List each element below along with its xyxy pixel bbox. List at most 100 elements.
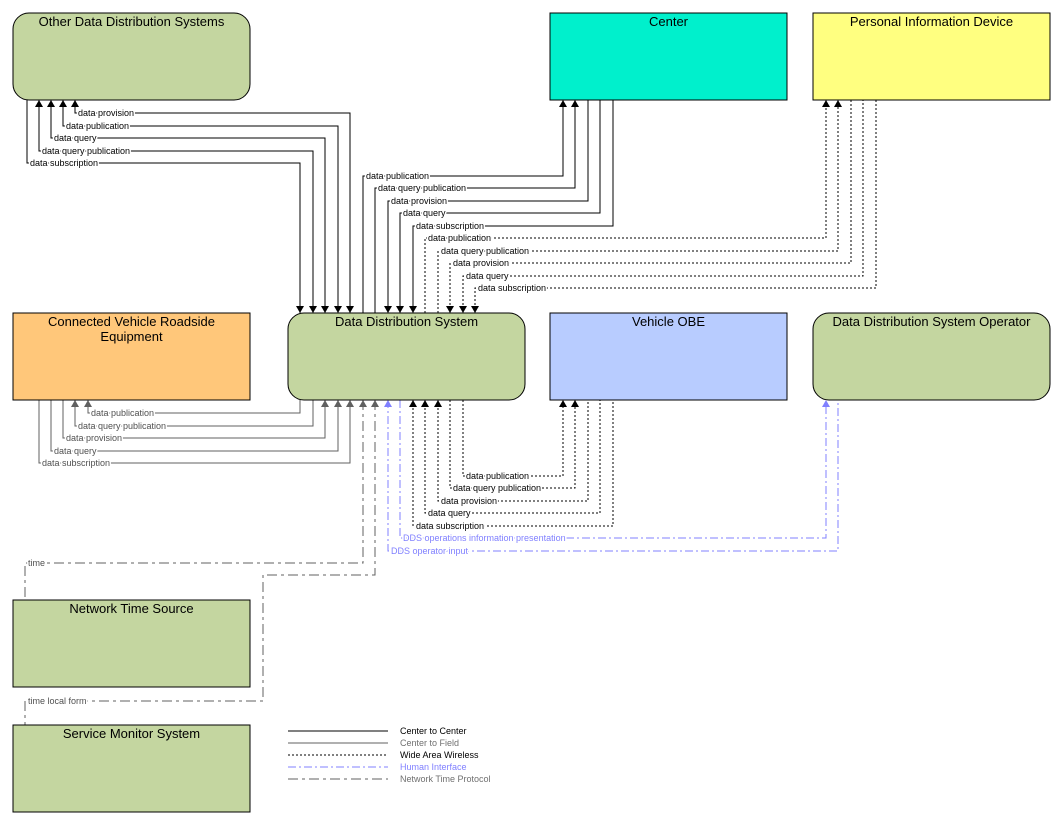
flow-wide-area-wireless[interactable] — [471, 100, 877, 313]
flow-wide-area-wireless[interactable] — [462, 400, 567, 477]
flow-center-to-center[interactable] — [71, 100, 354, 313]
box-dds-operator[interactable]: Data Distribution System Operator — [812, 312, 1051, 401]
arrowhead-icon — [84, 400, 92, 407]
flow-label: data provision — [391, 196, 447, 206]
flow-center-to-center[interactable] — [374, 100, 579, 313]
box-vehicle-obe[interactable]: Vehicle OBE — [549, 312, 788, 401]
arrowhead-icon — [384, 306, 392, 313]
legend-item-center-to-center: Center to Center — [288, 726, 467, 736]
legend-label: Center to Center — [400, 726, 467, 736]
arrowhead-icon — [409, 400, 417, 407]
flow-wide-area-wireless[interactable] — [424, 100, 830, 313]
flow-line — [474, 100, 877, 313]
flow-line — [412, 100, 614, 313]
flow-center-to-center[interactable] — [26, 100, 304, 313]
arrowhead-icon — [346, 400, 354, 407]
arrowhead-icon — [59, 100, 67, 107]
box-network-time-source[interactable]: Network Time Source — [12, 599, 251, 688]
flow-line — [62, 100, 339, 313]
flow-network-time-protocol[interactable] — [24, 400, 367, 600]
arrowhead-icon — [47, 100, 55, 107]
flow-line — [362, 100, 564, 313]
flow-label: data subscription — [42, 458, 110, 468]
box-other-dds[interactable]: Other Data Distribution Systems — [12, 12, 251, 101]
arrowhead-icon — [296, 306, 304, 313]
arrowhead-icon — [421, 400, 429, 407]
flow-label: data subscription — [416, 521, 484, 531]
box-title: Equipment — [100, 329, 163, 344]
arrowhead-icon — [822, 400, 830, 407]
arrowhead-icon — [371, 400, 379, 407]
box-title: Data Distribution System — [335, 314, 478, 329]
flow-center-to-center[interactable] — [384, 100, 589, 313]
flow-label: data query — [403, 208, 446, 218]
arrowhead-icon — [359, 400, 367, 407]
flow-line — [449, 100, 852, 313]
flow-wide-area-wireless[interactable] — [446, 100, 852, 313]
flow-label: time — [28, 558, 45, 568]
flow-label: data query — [466, 271, 509, 281]
arrowhead-icon — [559, 100, 567, 107]
flow-center-to-center[interactable] — [47, 100, 329, 313]
arrowhead-icon — [321, 306, 329, 313]
legend-label: Network Time Protocol — [400, 774, 491, 784]
flow-label: DDS operations information presentation — [403, 533, 566, 543]
flow-label: data query — [428, 508, 471, 518]
flow-label: data query publication — [378, 183, 466, 193]
flow-line — [387, 100, 589, 313]
arrowhead-icon — [834, 100, 842, 107]
legend-item-network-time-protocol: Network Time Protocol — [288, 774, 491, 784]
arrowhead-icon — [346, 306, 354, 313]
flow-wide-area-wireless[interactable] — [437, 100, 842, 313]
box-service-monitor[interactable]: Service Monitor System — [12, 724, 251, 813]
flow-label: data publication — [91, 408, 154, 418]
flow-wide-area-wireless[interactable] — [459, 100, 864, 313]
flow-line — [374, 100, 576, 313]
box-title: Connected Vehicle Roadside — [48, 314, 215, 329]
box-title: Network Time Source — [69, 601, 193, 616]
flow-line — [50, 100, 326, 313]
flow-label: data query — [54, 133, 97, 143]
flow-label: data query publication — [441, 246, 529, 256]
context-diagram: Other Data Distribution Systems Center Per… — [12, 12, 1051, 813]
arrowhead-icon — [309, 306, 317, 313]
legend-item-human-interface: Human Interface — [288, 762, 467, 772]
flow-line — [437, 100, 839, 313]
flow-label: data publication — [428, 233, 491, 243]
box-cvre[interactable]: Connected Vehicle RoadsideEquipment — [12, 312, 251, 401]
arrowhead-icon — [571, 400, 579, 407]
box-title: Service Monitor System — [63, 726, 200, 741]
legend-item-wide-area-wireless: Wide Area Wireless — [288, 750, 479, 760]
arrowhead-icon — [334, 306, 342, 313]
arrowhead-icon — [471, 306, 479, 313]
flow-label: data subscription — [416, 221, 484, 231]
flow-line — [24, 400, 364, 600]
arrowhead-icon — [334, 400, 342, 407]
flow-center-to-center[interactable] — [409, 100, 614, 313]
arrowhead-icon — [459, 306, 467, 313]
flow-label: time local form — [28, 696, 87, 706]
arrowhead-icon — [434, 400, 442, 407]
flow-label: data publication — [366, 171, 429, 181]
flow-label: data provision — [453, 258, 509, 268]
flow-label: data publication — [466, 471, 529, 481]
box-dds[interactable]: Data Distribution System — [287, 312, 526, 401]
legend-label: Wide Area Wireless — [400, 750, 479, 760]
box-title: Center — [649, 14, 689, 29]
box-title: Personal Information Device — [850, 14, 1013, 29]
flow-label: DDS operator input — [391, 546, 469, 556]
legend-label: Center to Field — [400, 738, 459, 748]
flow-label: data provision — [78, 108, 134, 118]
box-pid[interactable]: Personal Information Device — [812, 12, 1051, 101]
arrowhead-icon — [396, 306, 404, 313]
box-title: Vehicle OBE — [632, 314, 705, 329]
flow-center-to-center[interactable] — [396, 100, 601, 313]
flow-label: data publication — [66, 121, 129, 131]
flow-label: data query publication — [42, 146, 130, 156]
flow-label: data subscription — [478, 283, 546, 293]
flow-label: data provision — [66, 433, 122, 443]
box-center[interactable]: Center — [549, 12, 788, 101]
flow-line — [74, 100, 351, 313]
flow-center-to-center[interactable] — [35, 100, 317, 313]
flow-center-to-center[interactable] — [362, 100, 567, 313]
